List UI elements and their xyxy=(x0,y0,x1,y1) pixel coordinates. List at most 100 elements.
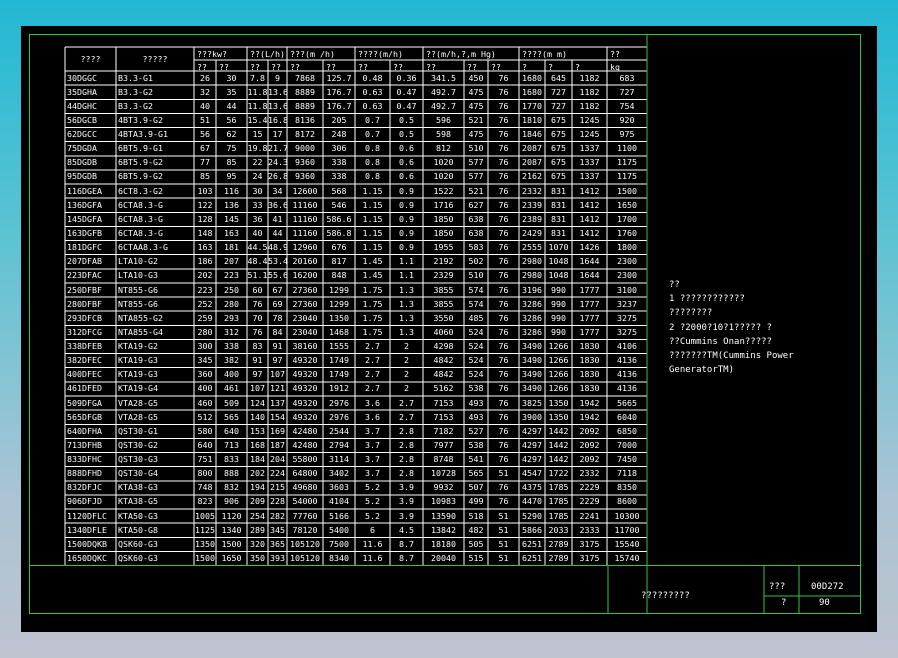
cell-value: 1350 xyxy=(548,397,569,408)
header-engine: ????? xyxy=(142,53,168,64)
cell-value: 1175 xyxy=(617,171,637,182)
cell-value: 35 xyxy=(226,86,237,97)
cell-engine: NTA855-G4 xyxy=(118,326,163,337)
cell-value: 499 xyxy=(468,496,484,507)
cell-value: 832 xyxy=(224,482,239,493)
cell-value: 4842 xyxy=(433,369,454,380)
cell-engine: B3.3-G2 xyxy=(118,86,153,97)
cell-value: 596 xyxy=(436,114,451,125)
cell-value: 2389 xyxy=(522,213,542,224)
cell-value: 7.8 xyxy=(250,72,265,83)
cell-value: 0.48 xyxy=(362,72,383,83)
cell-value: 1266 xyxy=(548,355,569,366)
cell-value: 3402 xyxy=(329,468,349,479)
cell-value: 1650 xyxy=(617,199,637,210)
cell-value: 888 xyxy=(224,468,239,479)
cell-value: 527 xyxy=(468,425,484,436)
cell-value: 23040 xyxy=(292,312,318,323)
cell-value: 1412 xyxy=(579,227,600,238)
cell-value: 538 xyxy=(468,439,484,450)
cell-value: 76 xyxy=(498,114,509,125)
cell-value: 492.7 xyxy=(431,100,456,111)
cell-value: 524 xyxy=(468,355,484,366)
cell-value: 2162 xyxy=(522,171,542,182)
cell-value: 0.7 xyxy=(365,114,380,125)
cell-value: 1.1 xyxy=(399,256,414,267)
cell-value: 1850 xyxy=(433,227,454,238)
cell-value: 1680 xyxy=(522,86,542,97)
cell-value: 76 xyxy=(498,171,509,182)
cell-engine: 6CTA8.3-G xyxy=(118,227,163,238)
cell-model: 223DFAC xyxy=(67,270,102,281)
cell-value: 1500 xyxy=(221,538,242,549)
cell-value: 7868 xyxy=(295,72,315,83)
cell-value: 727 xyxy=(551,100,566,111)
cell-value: 0.47 xyxy=(396,86,417,97)
cell-value: 521 xyxy=(468,114,484,125)
cell-value: 12960 xyxy=(292,242,318,253)
cell-value: 1760 xyxy=(617,227,637,238)
cell-model: 207DFAB xyxy=(67,256,102,267)
header-subcolumn: ? xyxy=(522,61,527,72)
cell-model: 163DGFB xyxy=(67,227,102,238)
cell-value: 15540 xyxy=(614,538,640,549)
cell-value: 3.7 xyxy=(365,454,380,465)
header-subcolumn: ?? xyxy=(491,61,501,72)
cell-engine: 6BT5.9-G1 xyxy=(118,143,163,154)
cell-value: 49320 xyxy=(292,411,318,422)
notes-block: ?? 1 ???????????? ???????? 2 ?2000?10?1?… xyxy=(669,278,794,377)
cell-value: 485 xyxy=(468,312,484,323)
cell-value: 1442 xyxy=(548,425,569,436)
cell-value: 748 xyxy=(197,482,213,493)
cell-value: 1644 xyxy=(579,270,600,281)
cell-value: 56 xyxy=(200,129,210,140)
cell-value: 280 xyxy=(224,298,239,309)
cell-value: 683 xyxy=(619,72,635,83)
cell-value: 1716 xyxy=(433,199,454,210)
cell-value: 76 xyxy=(498,454,509,465)
cell-value: 831 xyxy=(551,199,566,210)
cell-value: 282 xyxy=(270,510,285,521)
cell-value: 4375 xyxy=(522,482,542,493)
cell-value: 9000 xyxy=(295,143,315,154)
cell-value: 250 xyxy=(224,284,239,295)
cell-value: 1942 xyxy=(579,397,600,408)
cell-value: 640 xyxy=(197,439,213,450)
header-weight: ?? xyxy=(610,49,620,59)
cell-value: 1299 xyxy=(329,284,349,295)
cell-value: 538 xyxy=(468,383,484,394)
cell-engine: KTA19-G2 xyxy=(118,341,158,352)
cell-engine: 6CTAA8.3-G xyxy=(118,242,168,253)
header-subcolumn: ?? xyxy=(426,61,436,72)
cell-value: 9932 xyxy=(433,482,454,493)
cell-value: 136 xyxy=(224,199,239,210)
cell-value: 510 xyxy=(468,143,484,154)
cell-value: 8136 xyxy=(295,114,315,125)
cell-value: 186 xyxy=(197,256,213,267)
cell-value: 1522 xyxy=(433,185,454,196)
header-subcolumn: ?? xyxy=(358,61,368,72)
cell-value: 1722 xyxy=(548,468,569,479)
cell-value: 121 xyxy=(270,383,285,394)
cell-value: 5866 xyxy=(522,524,542,535)
cell-value: 492.7 xyxy=(431,86,456,97)
header-subcolumn: ?? xyxy=(290,61,300,72)
cell-value: 163 xyxy=(224,227,239,238)
cell-value: 4.5 xyxy=(399,524,414,535)
cell-model: 833DFHC xyxy=(67,454,102,465)
cell-value: 300 xyxy=(197,341,213,352)
cell-value: 2087 xyxy=(522,143,542,154)
cell-value: 2 xyxy=(404,383,409,394)
cell-value: 382 xyxy=(224,355,239,366)
cell-value: 4060 xyxy=(433,326,454,337)
cell-value: 2544 xyxy=(329,425,349,436)
cell-value: 3286 xyxy=(522,298,542,309)
cell-value: 341.5 xyxy=(431,72,456,83)
cell-value: 76 xyxy=(498,284,509,295)
cell-value: 0.9 xyxy=(399,213,414,224)
header-fuel: ??(L/h) xyxy=(250,49,285,59)
cell-value: 345 xyxy=(270,524,285,535)
cell-value: 598 xyxy=(436,129,451,140)
cell-value: 345 xyxy=(197,355,213,366)
cell-value: 0.5 xyxy=(399,129,414,140)
